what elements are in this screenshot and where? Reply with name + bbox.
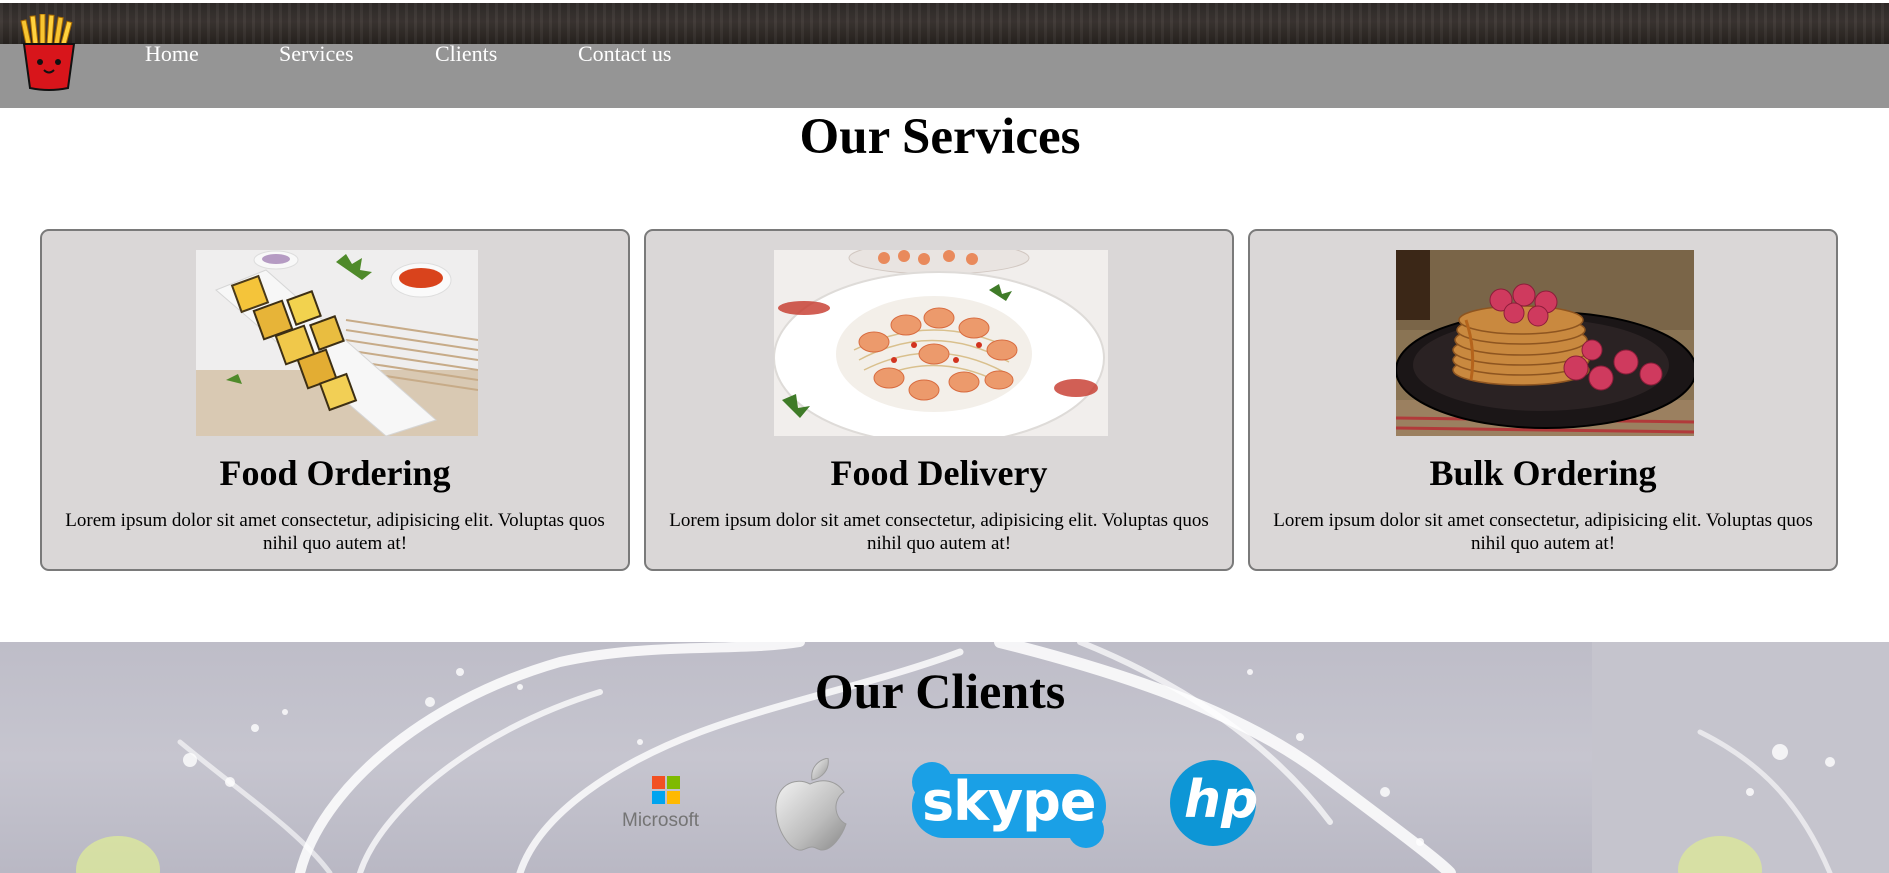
clients-section: Our Clients Microsoft skype hp (0, 642, 1889, 873)
card-title: Food Delivery (830, 453, 1048, 493)
card-description: Lorem ipsum dolor sit amet consectetur, … (65, 510, 605, 554)
card-description: Lorem ipsum dolor sit amet consectetur, … (669, 510, 1209, 554)
microsoft-logo[interactable]: Microsoft (620, 776, 712, 832)
hp-logo-text: hp (1184, 770, 1259, 830)
nav-link-contact-us[interactable]: Contact us (578, 41, 672, 67)
clients-title: Our Clients (814, 663, 1066, 719)
nav-link-home[interactable]: Home (145, 41, 199, 67)
hp-logo[interactable]: hp (1170, 760, 1259, 846)
service-card-food-ordering: Food Ordering Lorem ipsum dolor sit amet… (40, 229, 630, 571)
service-card-bulk-ordering: Bulk Ordering Lorem ipsum dolor sit amet… (1248, 229, 1838, 571)
skype-logo[interactable]: skype (908, 760, 1110, 850)
apple-logo-icon[interactable] (772, 758, 848, 852)
header-wood-strip (0, 3, 1889, 44)
pancakes-raspberries-image (1396, 250, 1694, 436)
paneer-skewers-image (196, 250, 478, 436)
skype-logo-text: skype (922, 770, 1097, 833)
card-title: Bulk Ordering (1429, 453, 1657, 493)
nav-link-clients[interactable]: Clients (435, 41, 497, 67)
services-title: Our Services (799, 109, 1081, 165)
shrimp-pasta-image (774, 250, 1108, 436)
fries-logo-icon[interactable] (18, 14, 80, 92)
card-title: Food Ordering (219, 453, 451, 493)
microsoft-logo-text: Microsoft (622, 810, 700, 831)
nav-link-services[interactable]: Services (279, 41, 354, 67)
service-card-food-delivery: Food Delivery Lorem ipsum dolor sit amet… (644, 229, 1234, 571)
card-description: Lorem ipsum dolor sit amet consectetur, … (1273, 510, 1813, 554)
